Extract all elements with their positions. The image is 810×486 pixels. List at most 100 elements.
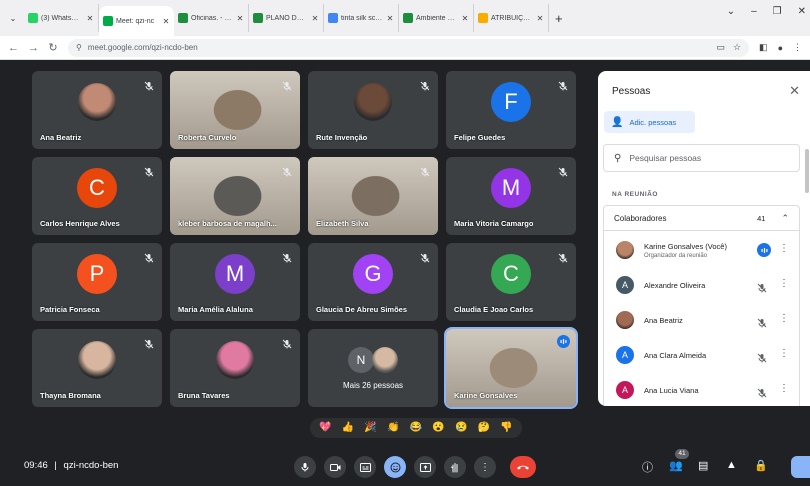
browser-tab[interactable]: tinta silk screen✕ xyxy=(324,4,399,32)
reaction-emoji-button[interactable]: 👍 xyxy=(341,421,355,435)
participant-tile[interactable]: Ana Beatriz xyxy=(32,71,162,149)
chevron-up-icon[interactable]: ⌃ xyxy=(781,213,789,224)
person-mic-off[interactable] xyxy=(757,385,767,398)
meet-stage: Ana Beatriz Roberta Curvelo Rute Invenção F… xyxy=(0,61,810,486)
person-mic-off[interactable] xyxy=(757,280,767,293)
tab-close-icon[interactable]: ✕ xyxy=(311,14,319,23)
participant-tile[interactable]: Roberta Curvelo xyxy=(170,71,300,149)
microphone-button[interactable] xyxy=(294,456,316,478)
participant-tile[interactable]: M Maria Amélia Alaluna xyxy=(170,243,300,321)
reaction-emoji-button[interactable]: 🤔 xyxy=(477,421,491,435)
tab-close-icon[interactable]: ✕ xyxy=(86,14,94,23)
person-more-options-icon[interactable]: ⋮ xyxy=(779,243,789,254)
reaction-emoji-button[interactable]: 😮 xyxy=(432,421,446,435)
person-more-options-icon[interactable]: ⋮ xyxy=(779,278,789,289)
participant-name: Maria Vitoria Camargo xyxy=(454,219,534,228)
close-window-icon[interactable]: ✕ xyxy=(798,6,806,17)
participant-tile[interactable]: M Maria Vitoria Camargo xyxy=(446,157,576,235)
participant-tile[interactable]: G Glaucia De Abreu Simões xyxy=(308,243,438,321)
bookmark-star-icon[interactable]: ☆ xyxy=(733,42,741,53)
tab-close-icon[interactable]: ✕ xyxy=(536,14,544,23)
people-list-item[interactable]: A Ana Lucia Viana ⋮ xyxy=(604,373,801,406)
tab-close-icon[interactable]: ✕ xyxy=(386,14,394,23)
browser-tab[interactable]: Ambiente Jovem✕ xyxy=(399,4,474,32)
captions-button[interactable] xyxy=(354,456,376,478)
browser-tab[interactable]: PLANO DE INTE✕ xyxy=(249,4,324,32)
reload-icon[interactable]: ↻ xyxy=(48,41,58,54)
mic-off-icon xyxy=(282,253,292,263)
side-panel-icon[interactable]: ◧ xyxy=(759,42,768,53)
tab-close-icon[interactable]: ✕ xyxy=(461,14,469,23)
profile-avatar[interactable]: ● xyxy=(778,43,783,53)
people-list-item[interactable]: A Alexandre Oliveira ⋮ xyxy=(604,268,801,302)
raise-hand-icon xyxy=(451,462,458,472)
participant-tile[interactable]: Bruna Tavares xyxy=(170,329,300,407)
collaborators-group-header[interactable]: Colaboradores 41 ⌃ xyxy=(603,205,800,231)
tab-close-icon[interactable]: ✕ xyxy=(236,14,244,23)
person-more-options-icon[interactable]: ⋮ xyxy=(779,348,789,359)
tab-close-icon[interactable]: ✕ xyxy=(162,17,170,26)
participant-tile[interactable]: P Patricia Fonseca xyxy=(32,243,162,321)
browser-tab[interactable]: Meet: qzi-nc ✕ xyxy=(99,6,174,36)
meeting-code: qzi-ncdo-ben xyxy=(63,460,119,471)
participant-name: Thayna Bromana xyxy=(40,391,101,400)
forward-arrow-icon[interactable]: → xyxy=(28,42,39,54)
screen-cast-icon[interactable]: ▭ xyxy=(716,42,725,53)
people-list-item[interactable]: Karine Gonsalves (Você) Organizador da re… xyxy=(604,233,801,267)
panel-scrollbar[interactable] xyxy=(805,149,809,193)
participant-tile[interactable]: C Claudia E Joao Carlos xyxy=(446,243,576,321)
people-icon[interactable]: 👥 xyxy=(669,459,683,472)
mic-off-icon xyxy=(420,253,430,263)
tab-search-chevron-icon[interactable]: ⌄ xyxy=(2,4,24,32)
leave-call-button[interactable] xyxy=(510,456,536,478)
people-list-item[interactable]: Ana Beatriz ⋮ xyxy=(604,303,801,337)
camera-button[interactable] xyxy=(324,456,346,478)
add-people-button[interactable]: 👤 Adic. pessoas xyxy=(604,111,695,133)
reaction-emoji-button[interactable]: 🎉 xyxy=(364,421,378,435)
participant-tile[interactable]: kleber barbosa de magalh... xyxy=(170,157,300,235)
reaction-emoji-button[interactable]: 👎 xyxy=(500,421,514,435)
browser-tab[interactable]: ATRIBUIÇÕES DE✕ xyxy=(474,4,549,32)
participant-tile[interactable]: Rute Invenção xyxy=(308,71,438,149)
participant-tile[interactable]: F Felipe Guedes xyxy=(446,71,576,149)
participant-avatar: P xyxy=(77,254,117,295)
back-arrow-icon[interactable]: ← xyxy=(8,42,19,54)
new-tab-button[interactable]: + xyxy=(555,11,563,26)
person-more-options-icon[interactable]: ⋮ xyxy=(779,313,789,324)
minimize-icon[interactable]: – xyxy=(751,6,757,17)
address-bar[interactable]: ⚲ meet.google.com/qzi-ncdo-ben ▭ ☆ xyxy=(68,38,750,57)
browser-tab[interactable]: (3) WhatsApp ✕ xyxy=(24,4,99,32)
more-options-button[interactable]: ⋮ xyxy=(474,456,496,478)
participant-tile[interactable]: N Mais 26 pessoas xyxy=(308,329,438,407)
participant-tile[interactable]: Thayna Bromana xyxy=(32,329,162,407)
emoji-reactions-button[interactable] xyxy=(384,456,406,478)
reaction-emoji-button[interactable]: 👏 xyxy=(386,421,400,435)
reaction-emoji-button[interactable]: 😢 xyxy=(454,421,468,435)
reaction-emoji-button[interactable]: 😂 xyxy=(409,421,423,435)
participant-tile[interactable]: Elizabeth Silva xyxy=(308,157,438,235)
chat-icon[interactable]: ▤ xyxy=(698,459,708,472)
reaction-emoji-button[interactable]: 💖 xyxy=(318,421,332,435)
host-controls-lock-icon[interactable]: 🔒 xyxy=(754,459,768,472)
participant-tile[interactable]: C Carlos Henrique Alves xyxy=(32,157,162,235)
activities-icon[interactable]: ▲ xyxy=(726,459,737,471)
meeting-details-icon[interactable]: ⓘ xyxy=(642,459,653,475)
person-more-options-icon[interactable]: ⋮ xyxy=(779,383,789,394)
search-people-input[interactable]: ⚲ Pesquisar pessoas xyxy=(603,144,800,172)
panel-close-icon[interactable]: ✕ xyxy=(789,83,800,99)
raise-hand-button[interactable] xyxy=(444,456,466,478)
site-info-icon[interactable]: ⚲ xyxy=(76,43,82,52)
person-avatar: A xyxy=(616,276,634,294)
mic-off-icon xyxy=(558,253,568,263)
restore-icon[interactable]: ❐ xyxy=(773,6,782,17)
person-mic-off[interactable] xyxy=(757,350,767,363)
person-mic-off[interactable] xyxy=(757,315,767,328)
tab-list-chevron-icon[interactable]: ⌄ xyxy=(727,6,735,17)
people-list-item[interactable]: A Ana Clara Almeida ⋮ xyxy=(604,338,801,372)
people-panel: Pessoas ✕ 👤 Adic. pessoas ⚲ Pesquisar pe… xyxy=(598,71,810,406)
participant-tile[interactable]: Karine Gonsalves xyxy=(444,327,578,409)
browser-tab[interactable]: Oficinas. - Plani✕ xyxy=(174,4,249,32)
clock-activity-tab[interactable] xyxy=(791,456,810,478)
browser-menu-icon[interactable]: ⋮ xyxy=(793,42,802,53)
present-screen-button[interactable] xyxy=(414,456,436,478)
